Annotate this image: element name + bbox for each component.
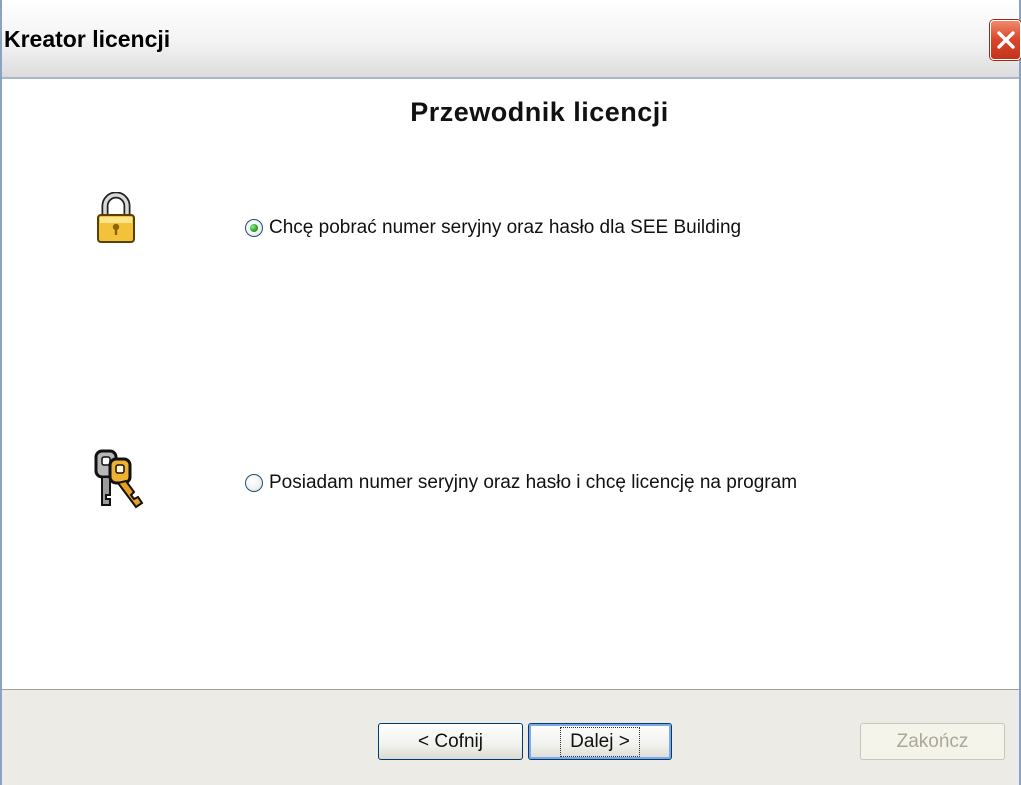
back-button-label: < Cofnij — [418, 730, 483, 752]
radio-get-serial[interactable] — [245, 219, 263, 237]
title-bar[interactable]: Kreator licencji — [2, 0, 1021, 79]
next-button-label: Dalej > — [560, 726, 640, 757]
wizard-content: Przewodnik licencji Chcę pobrać numer se… — [2, 79, 1019, 689]
radio-have-serial[interactable] — [245, 474, 263, 492]
lock-icon — [97, 192, 135, 243]
option-have-serial-label: Posiadam numer seryjny oraz hasło i chcę… — [269, 472, 798, 493]
option-get-serial-label: Chcę pobrać numer seryjny oraz hasło dla… — [269, 217, 742, 238]
window-title: Kreator licencji — [4, 26, 171, 52]
close-button[interactable] — [990, 20, 1021, 60]
next-button[interactable]: Dalej > — [528, 723, 672, 760]
back-button[interactable]: < Cofnij — [378, 723, 523, 760]
finish-button[interactable]: Zakończ — [860, 723, 1005, 760]
option-get-serial[interactable]: Chcę pobrać numer seryjny oraz hasło dla… — [245, 217, 741, 239]
close-icon — [997, 31, 1015, 49]
option-have-serial[interactable]: Posiadam numer seryjny oraz hasło i chcę… — [245, 472, 797, 494]
keys-icon — [94, 449, 144, 509]
page-heading: Przewodnik licencji — [410, 97, 669, 127]
finish-button-label: Zakończ — [896, 730, 969, 752]
button-bar: < Cofnij Dalej > Zakończ — [2, 689, 1019, 785]
license-wizard-window: Kreator licencji Przewodnik licencji Chc… — [0, 0, 1021, 785]
